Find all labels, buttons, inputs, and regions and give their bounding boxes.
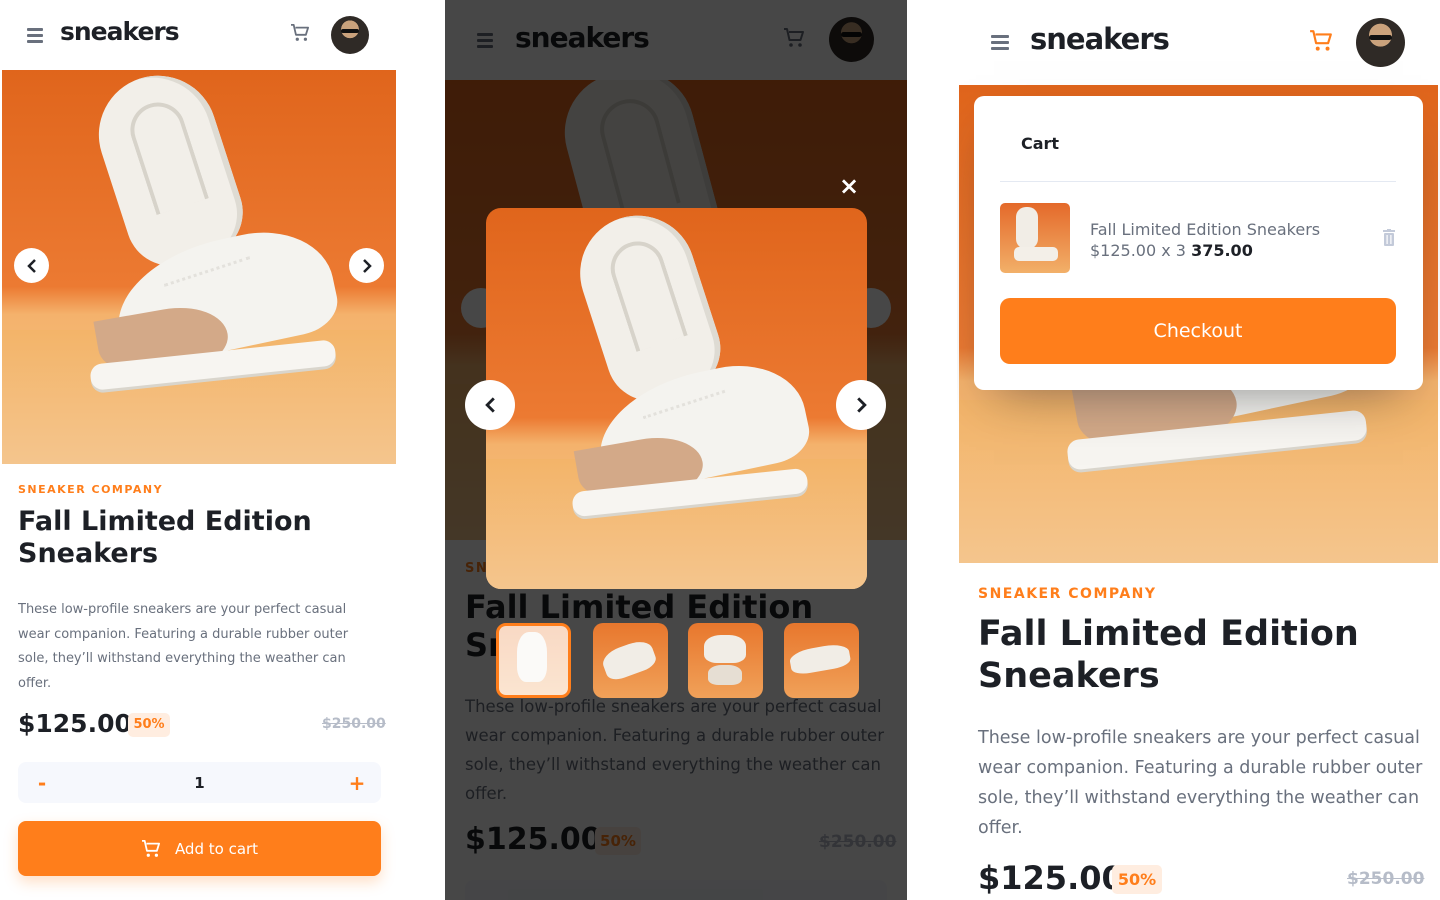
hamburger-icon[interactable] (991, 35, 1009, 53)
lightbox-thumbnail-2[interactable] (593, 623, 668, 698)
cart-popover: Cart Fall Limited Edition Sneakers $125.… (974, 96, 1423, 390)
product-title: Fall Limited Edition Sneakers (18, 506, 312, 570)
chevron-left-icon (484, 397, 495, 413)
cart-icon[interactable] (290, 24, 310, 42)
product-title: Fall Limited Edition Sneakers (978, 614, 1359, 696)
increase-quantity-button[interactable]: + (337, 771, 377, 795)
add-to-cart-button[interactable]: Add to cart (18, 821, 381, 876)
trash-icon[interactable] (1382, 229, 1396, 246)
cart-divider (1000, 181, 1396, 182)
user-avatar[interactable] (1356, 18, 1405, 67)
lightbox-view: sneakers SN Fall Limited Edition Sner Th… (445, 0, 907, 900)
logo[interactable]: sneakers (60, 17, 180, 46)
discount-badge: 50% (128, 713, 170, 737)
lightbox-thumbnail-3[interactable] (688, 623, 763, 698)
hamburger-icon[interactable] (27, 28, 43, 46)
lightbox-next-button[interactable] (836, 380, 886, 430)
close-icon[interactable]: × (839, 172, 859, 200)
company-name: SNEAKER COMPANY (978, 586, 1157, 602)
cart-item-name: Fall Limited Edition Sneakers (1090, 220, 1321, 239)
mobile-product-view: sneakers SNEAKER COMPANY Fall Limited Ed… (0, 0, 400, 900)
next-image-button[interactable] (349, 248, 384, 283)
product-image (2, 70, 396, 464)
lightbox-image (486, 208, 867, 589)
original-price: $250.00 (1347, 869, 1425, 889)
lightbox-previous-button[interactable] (465, 380, 515, 430)
add-to-cart-label: Add to cart (174, 839, 259, 858)
cart-icon (141, 839, 160, 857)
cart-icon[interactable] (1309, 30, 1333, 52)
lightbox-thumbnail-1[interactable] (496, 623, 571, 698)
previous-image-button[interactable] (14, 248, 49, 283)
quantity-stepper: - 1 + (18, 762, 381, 803)
checkout-button[interactable]: Checkout (1000, 298, 1396, 364)
product-description: These low-profile sneakers are your perf… (978, 728, 1423, 838)
company-name: SNEAKER COMPANY (18, 483, 164, 496)
chevron-right-icon (856, 397, 867, 413)
cart-item-price-line: $125.00 x 3 375.00 (1090, 241, 1253, 260)
original-price: $250.00 (322, 716, 386, 732)
chevron-right-icon (362, 258, 372, 273)
cart-item-unit: $125.00 x 3 (1090, 241, 1186, 260)
decrease-quantity-button[interactable]: - (22, 771, 62, 795)
logo[interactable]: sneakers (1030, 22, 1170, 56)
cart-open-view: sneakers Cart Fall Limited Edition Sneak… (957, 0, 1440, 900)
discount-badge: 50% (1112, 865, 1162, 894)
chevron-left-icon (26, 258, 36, 273)
user-avatar[interactable] (331, 16, 369, 54)
price: $125.00 (978, 859, 1124, 897)
screenshot-stage: sneakers SNEAKER COMPANY Fall Limited Ed… (0, 0, 1440, 900)
quantity-value: 1 (194, 773, 205, 792)
cart-item-total: 375.00 (1191, 241, 1253, 260)
cart-item-thumbnail (1000, 203, 1070, 273)
product-description: These low-profile sneakers are your perf… (18, 602, 349, 691)
price: $125.00 (18, 709, 132, 738)
lightbox-thumbnail-4[interactable] (784, 623, 859, 698)
cart-title: Cart (1021, 134, 1060, 153)
